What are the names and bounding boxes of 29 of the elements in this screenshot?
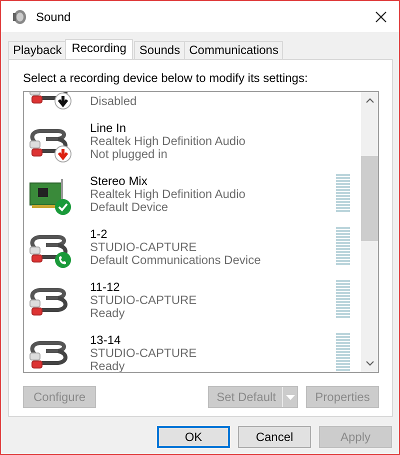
window-title: Sound	[36, 10, 72, 24]
device-name: Stereo Mix	[90, 175, 148, 188]
device-driver: STUDIO-CAPTURE	[90, 347, 198, 360]
instruction-text: Select a recording device below to modify its settings:	[23, 71, 309, 86]
scrollbar[interactable]	[361, 92, 378, 372]
device-status: Default Communications Device	[90, 254, 262, 267]
tab[interactable]: Sounds	[134, 41, 186, 59]
device-driver: Realtek High Definition Audio	[90, 188, 246, 201]
device-name: Line In	[90, 122, 128, 135]
device-status: Not plugged in	[90, 148, 168, 161]
device-driver: STUDIO-CAPTURE	[90, 294, 198, 307]
close-icon[interactable]	[375, 10, 387, 22]
scroll-down-icon[interactable]	[366, 361, 374, 366]
device-driver: STUDIO-CAPTURE	[90, 241, 198, 254]
device-driver: Realtek High Definition Audio	[90, 135, 246, 148]
device-name: 13-14	[90, 334, 122, 347]
tab[interactable]: Recording	[64, 39, 134, 59]
device-status: Disabled	[90, 95, 138, 108]
speaker-icon	[11, 8, 27, 24]
tab[interactable]: Playback	[8, 41, 67, 59]
dialog-button[interactable]: OK	[157, 426, 230, 448]
scrollbar-thumb[interactable]	[361, 156, 378, 241]
device-status: Ready	[90, 307, 126, 320]
device-name: 1-2	[90, 228, 108, 241]
device-name: 11-12	[90, 281, 121, 294]
scroll-up-icon[interactable]	[366, 98, 374, 103]
tab[interactable]: Communications	[184, 41, 284, 59]
device-status: Default Device	[90, 201, 170, 214]
dialog-button[interactable]: Cancel	[238, 426, 311, 448]
